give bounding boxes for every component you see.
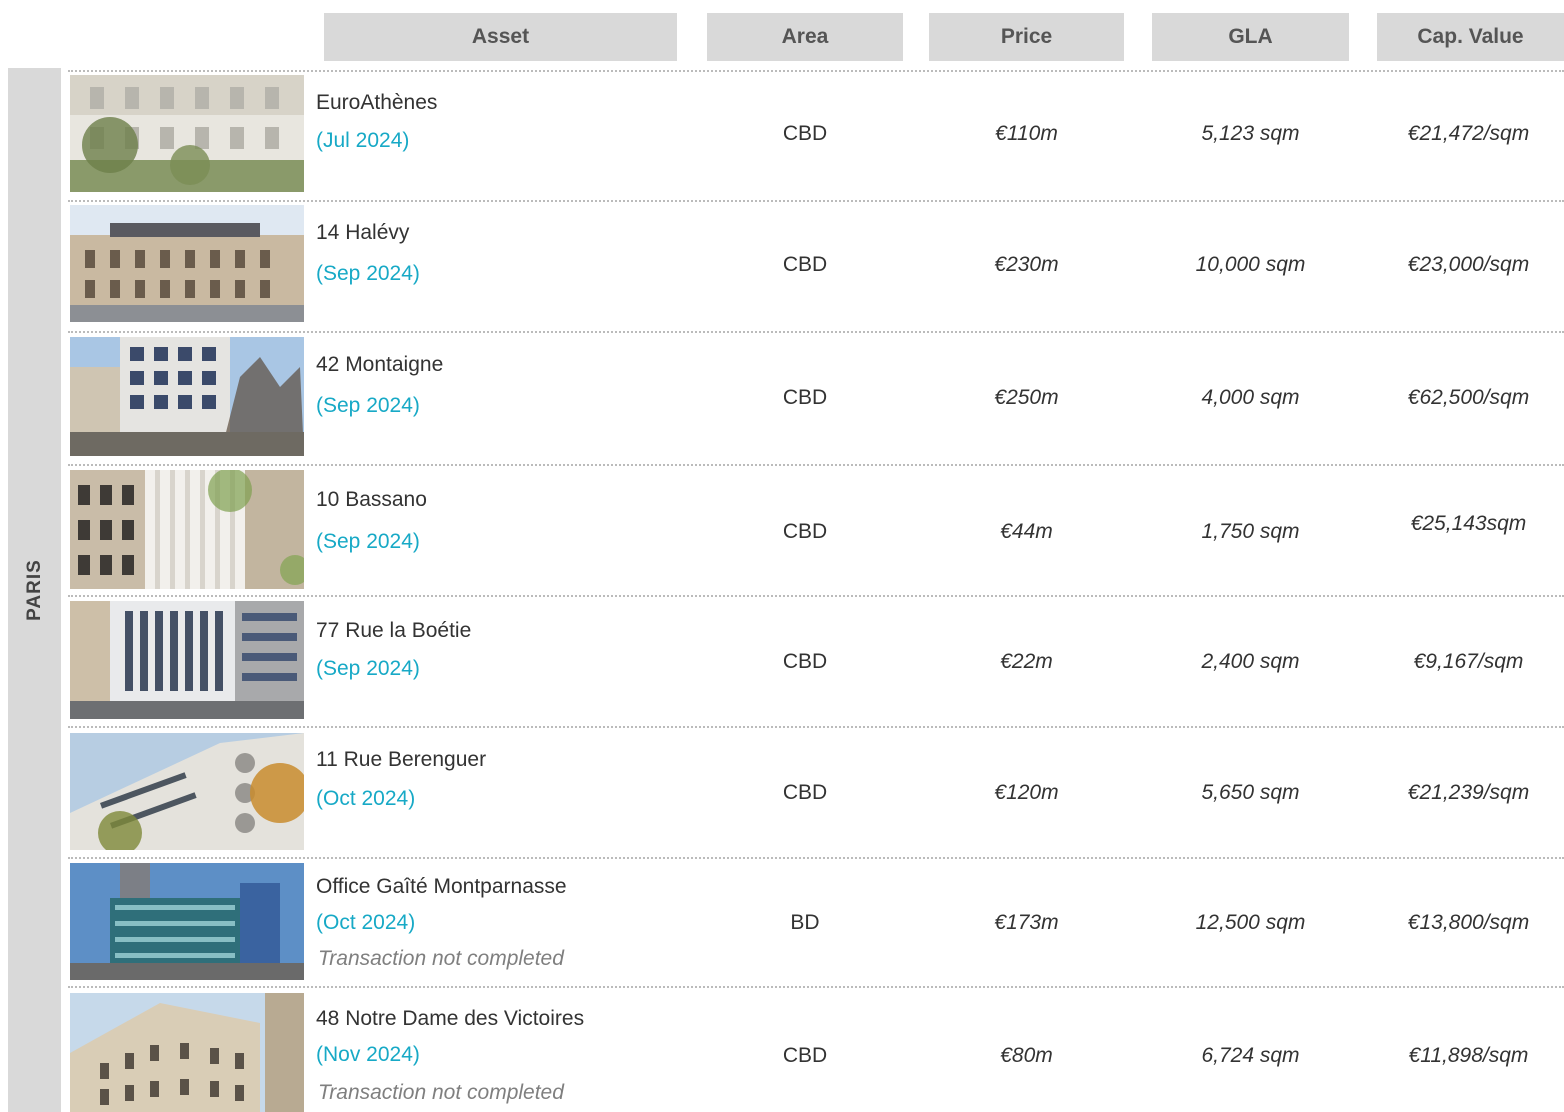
building-photo bbox=[70, 863, 304, 980]
transaction-date: (Oct 2024) bbox=[316, 911, 416, 934]
cap-value: €13,800/sqm bbox=[1407, 911, 1530, 934]
gla-value: 1,750 sqm bbox=[1201, 520, 1300, 543]
building-photo bbox=[70, 337, 304, 456]
row-divider bbox=[68, 986, 1564, 988]
transaction-date: (Sep 2024) bbox=[316, 657, 420, 680]
area-value: BD bbox=[790, 911, 820, 934]
building-photo bbox=[70, 993, 304, 1112]
cap-value: €21,472/sqm bbox=[1407, 122, 1530, 145]
table-row: 14 Halévy (Sep 2024) CBD €230m 10,000 sq… bbox=[68, 205, 1564, 322]
transaction-date: (Nov 2024) bbox=[316, 1043, 420, 1066]
price-value: €120m bbox=[994, 781, 1059, 804]
row-divider bbox=[68, 726, 1564, 728]
table-row: 10 Bassano (Sep 2024) CBD €44m 1,750 sqm… bbox=[68, 470, 1564, 589]
column-header-asset: Asset bbox=[324, 13, 677, 61]
column-header-price: Price bbox=[929, 13, 1124, 61]
asset-name: Office Gaîté Montparnasse bbox=[316, 875, 567, 898]
asset-name: 42 Montaigne bbox=[316, 353, 444, 376]
asset-name: 14 Halévy bbox=[316, 221, 410, 244]
row-divider bbox=[68, 70, 1564, 72]
gla-value: 6,724 sqm bbox=[1201, 1044, 1300, 1067]
table-row: 48 Notre Dame des Victoires (Nov 2024) T… bbox=[68, 993, 1564, 1112]
cap-value: €11,898/sqm bbox=[1408, 1044, 1529, 1067]
cap-value: €21,239/sqm bbox=[1407, 781, 1530, 804]
transaction-date: (Oct 2024) bbox=[316, 787, 416, 810]
cap-value: €25,143sqm bbox=[1410, 512, 1527, 535]
cap-value: €23,000/sqm bbox=[1407, 253, 1530, 276]
gla-value: 12,500 sqm bbox=[1195, 911, 1306, 934]
transaction-date: (Sep 2024) bbox=[316, 262, 420, 285]
table-row: EuroAthènes (Jul 2024) CBD €110m 5,123 s… bbox=[68, 75, 1564, 192]
transaction-note: Transaction not completed bbox=[318, 1081, 564, 1104]
column-header-area: Area bbox=[707, 13, 903, 61]
building-photo bbox=[70, 733, 304, 850]
price-value: €80m bbox=[1000, 1044, 1053, 1067]
price-value: €110m bbox=[995, 122, 1058, 145]
asset-name: 48 Notre Dame des Victoires bbox=[316, 1007, 585, 1030]
region-sidebar: PARIS bbox=[8, 68, 61, 1112]
asset-name: 11 Rue Berenguer bbox=[316, 748, 487, 771]
building-photo bbox=[70, 75, 304, 192]
gla-value: 5,123 sqm bbox=[1201, 122, 1300, 145]
area-value: CBD bbox=[782, 650, 828, 673]
cap-value: €9,167/sqm bbox=[1413, 650, 1524, 673]
price-value: €22m bbox=[1000, 650, 1053, 673]
row-divider bbox=[68, 857, 1564, 859]
table-row: Office Gaîté Montparnasse (Oct 2024) Tra… bbox=[68, 863, 1564, 980]
area-value: CBD bbox=[782, 253, 828, 276]
column-header-gla: GLA bbox=[1152, 13, 1349, 61]
price-value: €250m bbox=[994, 386, 1059, 409]
row-divider bbox=[68, 331, 1564, 333]
area-value: CBD bbox=[782, 122, 828, 145]
asset-name: EuroAthènes bbox=[316, 91, 438, 114]
area-value: CBD bbox=[782, 520, 828, 543]
transaction-note: Transaction not completed bbox=[318, 947, 564, 970]
cap-value: €62,500/sqm bbox=[1407, 386, 1530, 409]
price-value: €173m bbox=[994, 911, 1059, 934]
row-divider bbox=[68, 200, 1564, 202]
gla-value: 10,000 sqm bbox=[1195, 253, 1306, 276]
area-value: CBD bbox=[782, 1044, 828, 1067]
transaction-date: (Sep 2024) bbox=[316, 530, 420, 553]
table-row: 42 Montaigne (Sep 2024) CBD €250m 4,000 … bbox=[68, 337, 1564, 456]
row-divider bbox=[68, 464, 1564, 466]
row-divider bbox=[68, 595, 1564, 597]
building-photo bbox=[70, 601, 304, 719]
building-photo bbox=[70, 205, 304, 322]
building-photo bbox=[70, 470, 304, 589]
table-row: 77 Rue la Boétie (Sep 2024) CBD €22m 2,4… bbox=[68, 601, 1564, 719]
column-header-cap-value: Cap. Value bbox=[1377, 13, 1564, 61]
table-row: 11 Rue Berenguer (Oct 2024) CBD €120m 5,… bbox=[68, 733, 1564, 850]
gla-value: 5,650 sqm bbox=[1201, 781, 1300, 804]
region-label: PARIS bbox=[23, 559, 45, 621]
transaction-date: (Jul 2024) bbox=[316, 129, 410, 152]
transaction-date: (Sep 2024) bbox=[316, 394, 420, 417]
price-value: €230m bbox=[994, 253, 1059, 276]
gla-value: 2,400 sqm bbox=[1201, 650, 1300, 673]
asset-name: 77 Rue la Boétie bbox=[316, 619, 472, 642]
area-value: CBD bbox=[782, 386, 828, 409]
price-value: €44m bbox=[1000, 520, 1053, 543]
gla-value: 4,000 sqm bbox=[1201, 386, 1300, 409]
area-value: CBD bbox=[782, 781, 828, 804]
asset-name: 10 Bassano bbox=[316, 488, 427, 511]
